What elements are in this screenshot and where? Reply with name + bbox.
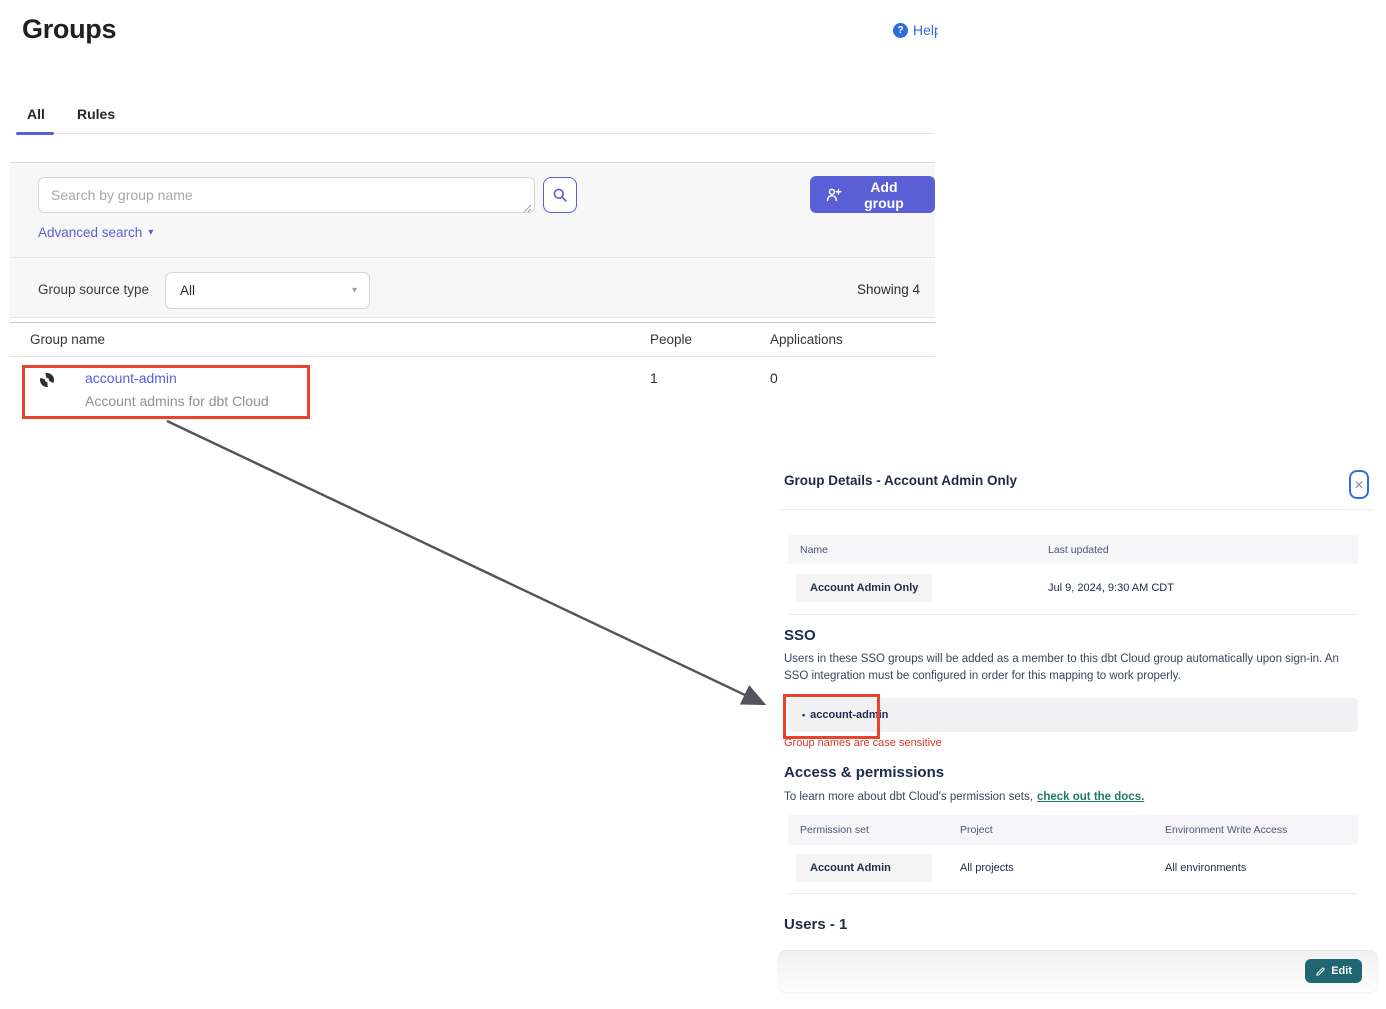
advanced-search-label: Advanced search <box>38 225 142 240</box>
pencil-icon <box>1315 966 1326 977</box>
search-icon <box>552 187 568 203</box>
group-name-value: Account Admin Only <box>796 574 932 602</box>
panel-footer: Edit <box>778 950 1378 992</box>
access-permissions-heading: Access & permissions <box>784 764 944 781</box>
column-header-group-name: Group name <box>30 332 105 347</box>
panel-divider <box>780 509 1372 510</box>
group-source-type-value: All <box>180 283 195 298</box>
sso-description: Users in these SSO groups will be added … <box>784 651 1360 686</box>
group-applications-count: 0 <box>770 370 778 386</box>
group-source-type-select[interactable]: All ▾ <box>165 272 370 309</box>
active-tab-underline <box>16 132 54 135</box>
permissions-table-header: Permission set Project Environment Write… <box>788 815 1358 845</box>
help-question-icon: ? <box>893 23 908 38</box>
group-gear-icon <box>40 373 54 387</box>
edit-button[interactable]: Edit <box>1305 959 1362 983</box>
panel-title: Group Details - Account Admin Only <box>784 473 1017 488</box>
group-name-link[interactable]: account-admin <box>85 370 177 386</box>
screenshot-root: Groups ? Help All Rules Add g <box>0 0 1386 1009</box>
table-row-account-admin[interactable]: account-admin Account admins for dbt Clo… <box>10 357 935 421</box>
column-header-name: Name <box>800 544 828 556</box>
page-title: Groups <box>22 14 116 45</box>
add-group-button[interactable]: Add group <box>810 176 935 213</box>
environment-value: All environments <box>1165 862 1246 874</box>
showing-count: Showing 4 <box>800 282 920 297</box>
add-user-icon <box>826 187 842 203</box>
case-sensitive-warning: Group names are case sensitive <box>784 737 942 749</box>
group-people-count: 1 <box>650 370 658 386</box>
group-details-panel: Group Details - Account Admin Only ✕ Nam… <box>780 460 1378 1005</box>
group-source-type-label: Group source type <box>38 282 149 297</box>
column-header-people: People <box>650 332 692 347</box>
permissions-table-row: Account Admin All projects All environme… <box>788 845 1358 894</box>
access-permissions-description: To learn more about dbt Cloud's permissi… <box>784 791 1144 803</box>
search-input[interactable] <box>38 177 535 213</box>
groups-table-header: Group name People Applications <box>10 322 935 357</box>
name-table-header: Name Last updated <box>788 535 1358 564</box>
access-intro-text: To learn more about dbt Cloud's permissi… <box>784 791 1033 803</box>
users-heading: Users - 1 <box>784 916 847 933</box>
project-value: All projects <box>960 862 1014 874</box>
column-header-applications: Applications <box>770 332 843 347</box>
close-icon: ✕ <box>1354 478 1364 492</box>
sso-group-chip: • account-admin <box>788 698 1358 732</box>
advanced-search-toggle[interactable]: Advanced search ▾ <box>38 225 153 240</box>
permission-set-value: Account Admin <box>796 854 932 882</box>
column-header-permission-set: Permission set <box>800 824 869 836</box>
help-link[interactable]: ? Help <box>893 22 938 38</box>
tab-bar: All Rules <box>16 100 935 134</box>
filter-divider <box>10 257 935 258</box>
name-table-row: Account Admin Only Jul 9, 2024, 9:30 AM … <box>788 564 1358 615</box>
column-header-last-updated: Last updated <box>1048 544 1109 556</box>
column-header-project: Project <box>960 824 993 836</box>
edit-label: Edit <box>1331 965 1352 977</box>
chevron-down-icon: ▾ <box>352 285 357 296</box>
docs-link[interactable]: check out the docs. <box>1037 791 1144 803</box>
bullet-icon: • <box>802 710 805 720</box>
last-updated-value: Jul 9, 2024, 9:30 AM CDT <box>1048 582 1174 594</box>
tab-rules[interactable]: Rules <box>77 106 115 122</box>
filter-panel: Add group Advanced search ▾ Group source… <box>10 162 935 318</box>
chevron-down-icon: ▾ <box>148 227 153 238</box>
column-header-environment-write-access: Environment Write Access <box>1165 824 1287 836</box>
help-label: Help <box>913 22 938 38</box>
tab-all[interactable]: All <box>27 106 45 122</box>
add-group-label: Add group <box>849 179 919 211</box>
sso-heading: SSO <box>784 627 816 644</box>
search-button[interactable] <box>543 177 577 213</box>
group-description: Account admins for dbt Cloud <box>85 393 269 409</box>
close-button[interactable]: ✕ <box>1349 470 1369 499</box>
sso-group-chip-label: account-admin <box>810 709 888 721</box>
